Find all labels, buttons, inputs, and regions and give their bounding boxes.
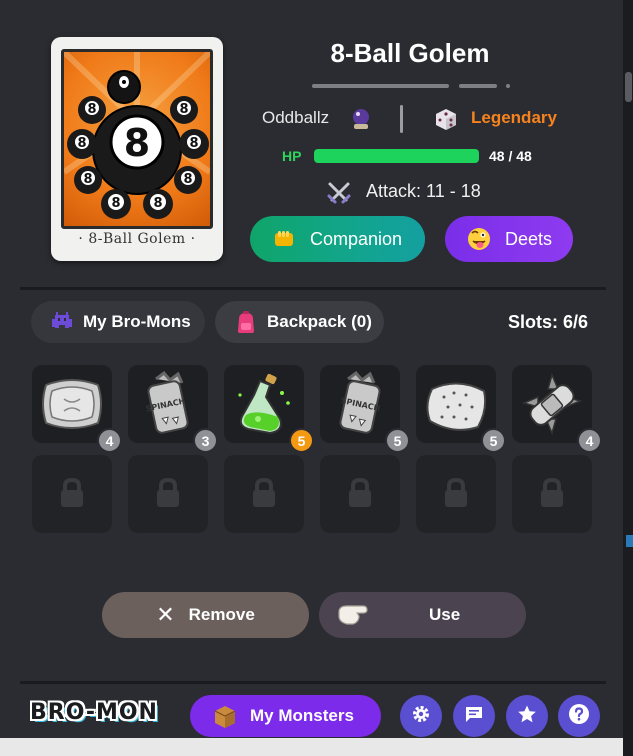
chat-icon [464,704,484,728]
item-count-badge: 5 [481,428,506,453]
attack-text: Attack: 11 - 18 [366,181,481,201]
card-caption: · 8-Ball Golem · [78,231,196,247]
svg-text:8: 8 [111,196,120,211]
locked-slot [128,455,208,533]
meta-divider [400,105,403,133]
tab-backpack[interactable]: Backpack (0) [215,301,384,343]
tab-my-bro-mons[interactable]: My Bro-Mons [31,301,205,343]
spinach-can-icon: SPINACH [134,370,202,437]
title-underline [312,84,449,88]
item-count-badge: 4 [577,428,602,453]
help-icon [568,703,590,729]
close-icon: ✕ [156,602,175,627]
rarity-label: Legendary [471,108,557,127]
my-monsters-label: My Monsters [250,706,354,725]
monster-meta: Oddballz Legendary [262,105,572,133]
monster-art: 8 8 8 8 8 8 8 8 8 [61,49,213,229]
lock-icon [57,477,87,513]
crossed-swords-icon [326,180,352,210]
monster-type: Oddballz [262,108,330,127]
item-count-badge: 5 [385,428,410,453]
hp-bar-fill [314,149,479,163]
dice-icon [434,107,458,135]
item-count-badge: 3 [193,428,218,453]
pillow-icon [38,371,106,437]
section-divider [20,287,606,290]
companion-label: Companion [310,228,403,249]
lock-icon [249,477,279,513]
lock-icon [345,477,375,513]
inventory-slot[interactable]: 5 [224,365,314,453]
svg-text:8: 8 [183,172,192,187]
title-underline [459,84,497,88]
lock-icon [441,477,471,513]
gear-icon [411,704,431,728]
deets-label: Deets [505,228,553,249]
background-page-edge [0,738,623,756]
bandage-icon [518,371,586,437]
svg-text:8: 8 [87,102,96,117]
lock-icon [537,477,567,513]
inventory-slot[interactable]: SPINACH 3 [128,365,218,453]
crystal-ball-icon [350,107,372,135]
svg-text:8: 8 [83,172,92,187]
favorites-button[interactable] [506,695,548,737]
locked-slot [32,455,112,533]
tab-backpack-label: Backpack (0) [267,312,372,331]
deets-button[interactable]: Deets [445,216,573,262]
inventory-slot[interactable]: 5 [416,365,506,453]
my-monsters-button[interactable]: My Monsters [190,695,381,737]
svg-text:8: 8 [179,102,188,117]
title-underline [506,84,510,88]
hand-icon [337,602,371,628]
inventory-slot[interactable]: 4 [32,365,122,453]
tongue-face-icon [467,227,491,251]
svg-text:8: 8 [153,196,162,211]
backpack-icon [233,309,259,335]
monster-card: 8 8 8 8 8 8 8 8 8 · 8-Ball Golem · [51,37,223,261]
companion-button[interactable]: Companion [250,216,425,262]
footer-divider [20,681,606,684]
locked-slot [416,455,496,533]
svg-text:8: 8 [189,136,198,151]
item-count-badge: 4 [97,428,122,453]
alien-invader-icon [49,309,75,335]
page-edge-marker [626,535,633,547]
use-label: Use [429,605,461,624]
locked-slot [224,455,304,533]
use-button[interactable]: Use [319,592,526,638]
item-count-badge: 5 [289,428,314,453]
settings-button[interactable] [400,695,442,737]
hp-bar [314,149,479,163]
bro-mon-logo: BRO-MON [30,700,158,725]
inventory-slot[interactable]: SPINACH 5 [320,365,410,453]
monster-name: 8-Ball Golem [330,38,490,68]
green-potion-icon [230,371,298,437]
window-scrollbar[interactable] [623,0,633,756]
inventory-slot[interactable]: 4 [512,365,602,453]
lock-icon [153,477,183,513]
locked-slot [512,455,592,533]
scrollbar-thumb[interactable] [625,72,632,102]
tab-my-bro-mons-label: My Bro-Mons [83,312,191,331]
slots-counter: Slots: 6/6 [508,312,589,332]
help-button[interactable] [558,695,600,737]
remove-button[interactable]: ✕ Remove [102,592,309,638]
spinach-can-icon: SPINACH [326,370,394,437]
hp-value: 48 / 48 [489,148,532,164]
star-icon [517,704,537,728]
companion-icon [272,227,296,251]
monster-detail-panel: 8 8 8 8 8 8 8 8 8 · 8-Ball Golem · 8-Bal… [0,0,633,756]
chat-button[interactable] [453,695,495,737]
svg-text:8: 8 [124,121,150,165]
svg-text:8: 8 [77,136,86,151]
pillow-icon [422,371,490,437]
locked-slot [320,455,400,533]
hp-label: HP [282,148,302,164]
remove-label: Remove [188,605,255,624]
box-icon [212,703,238,729]
